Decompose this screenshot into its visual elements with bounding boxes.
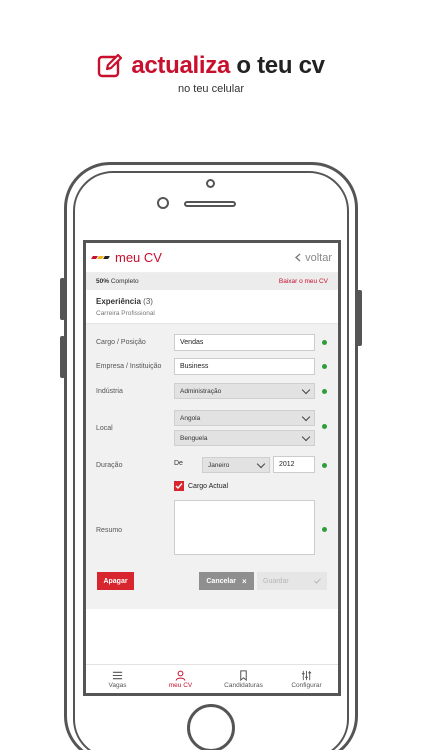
chevron-down-icon [301,432,311,441]
app-title: meu CV [115,250,162,265]
empresa-input[interactable]: Business [174,358,315,375]
delete-button[interactable]: Apagar [97,572,134,590]
phone-side-button [357,290,362,346]
edit-icon [98,53,123,78]
phone-camera [206,179,215,188]
year-input[interactable]: 2012 [273,456,315,473]
duracao-label: Duração [96,462,123,469]
download-cv-link[interactable]: Baixar o meu CV [279,278,328,285]
industria-label: Indústria [96,388,123,395]
check-icon [314,578,321,584]
checkbox-checked-icon [174,481,184,491]
promo-header: actualiza o teu cv no teu celular [0,52,422,95]
cargo-label: Cargo / Posição [96,339,146,346]
cancel-button[interactable]: Cancelar × [199,572,254,590]
resumo-textarea[interactable] [174,500,315,555]
phone-speaker [184,201,236,207]
sliders-icon [301,670,312,680]
cargo-input[interactable]: Vendas [174,334,315,351]
tab-meu-cv[interactable]: meu CV [149,665,212,693]
section-title: Experiência (3) [96,297,153,306]
tab-configurar[interactable]: Configurar [275,665,338,693]
progress-text: 50% Completo [96,278,139,285]
tab-candidaturas[interactable]: Candidaturas [212,665,275,693]
promo-title: actualiza o teu cv [131,52,325,79]
bottom-tab-bar: Vagas meu CV Candidaturas Configurar [86,664,338,693]
status-ok-icon [322,364,327,369]
industria-select[interactable]: Administração [174,383,315,399]
city-select[interactable]: Benguela [174,430,315,446]
brand: meu CV [91,250,162,265]
status-ok-icon [322,340,327,345]
chevron-left-icon [295,253,301,262]
phone-sensor [157,197,169,209]
status-ok-icon [322,424,327,429]
from-label: De [174,460,183,467]
local-label: Local [96,425,113,432]
country-select[interactable]: Angola [174,410,315,426]
bookmark-icon [240,669,247,681]
chevron-down-icon [256,459,266,468]
chevron-down-icon [301,385,311,394]
resumo-label: Resumo [96,527,123,534]
logo-icon [91,256,110,259]
user-icon [175,670,186,681]
save-button[interactable]: Guardar [257,572,327,590]
month-select[interactable]: Janeiro [202,457,270,473]
app-screen: meu CV voltar 50% Completo Baixar o meu … [83,240,341,696]
progress-bar: 50% Completo Baixar o meu CV [86,273,338,290]
phone-side-button [60,336,65,378]
experience-form: Cargo / Posição Vendas Empresa / Institu… [86,324,338,609]
tab-vagas[interactable]: Vagas [86,665,149,693]
status-ok-icon [322,463,327,468]
back-label: voltar [305,251,332,264]
status-ok-icon [322,389,327,394]
back-button[interactable]: voltar [295,252,332,264]
empresa-label: Empresa / Instituição [96,363,162,370]
close-icon: × [241,576,247,586]
section-subtitle: Carreira Profissional [96,310,155,317]
app-header: meu CV voltar [86,243,338,273]
cargo-actual-checkbox[interactable]: Cargo Actual [174,481,228,491]
menu-icon [112,671,123,679]
section-header: Experiência (3) Carreira Profissional [86,290,338,324]
phone-side-button [60,278,65,320]
chevron-down-icon [301,412,311,421]
status-ok-icon [322,527,327,532]
phone-home-button [187,704,235,750]
promo-subtitle: no teu celular [177,83,245,95]
